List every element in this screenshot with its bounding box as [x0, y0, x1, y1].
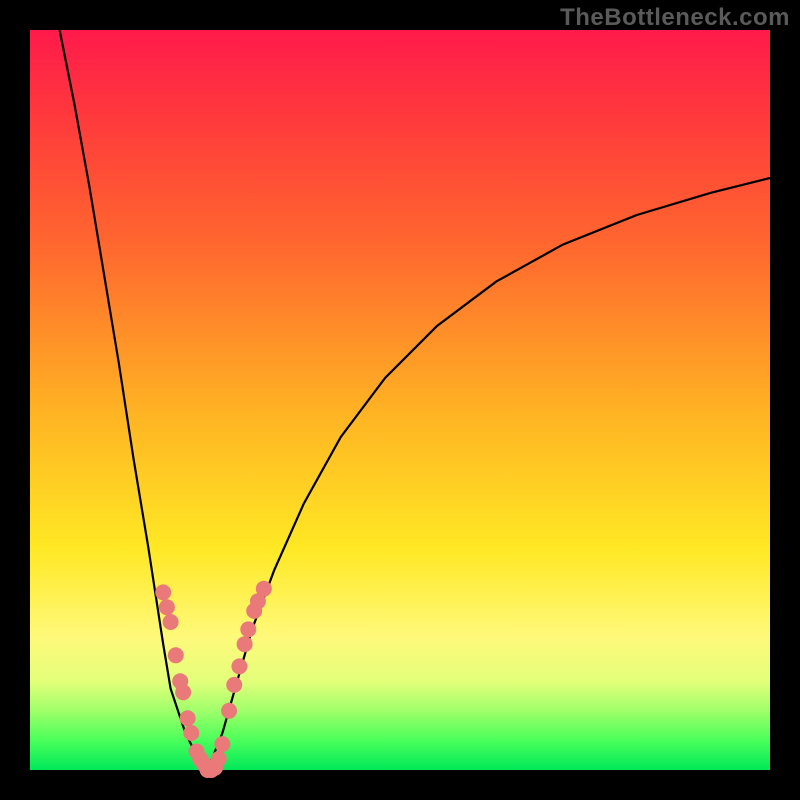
chart-frame: TheBottleneck.com: [0, 0, 800, 800]
highlight-point: [180, 710, 196, 726]
highlight-point: [256, 581, 272, 597]
highlight-point: [159, 599, 175, 615]
highlight-point: [214, 736, 230, 752]
highlight-point: [175, 684, 191, 700]
highlight-point: [240, 621, 256, 637]
highlight-point: [168, 647, 184, 663]
highlight-point: [155, 584, 171, 600]
highlight-point: [183, 725, 199, 741]
chart-svg: [30, 30, 770, 770]
highlight-point: [211, 751, 227, 767]
highlight-markers: [155, 581, 272, 778]
highlight-point: [226, 677, 242, 693]
highlight-point: [163, 614, 179, 630]
highlight-point: [237, 636, 253, 652]
left-curve: [60, 30, 208, 770]
right-curve: [208, 178, 770, 770]
highlight-point: [221, 703, 237, 719]
watermark-text: TheBottleneck.com: [560, 4, 790, 32]
highlight-point: [231, 658, 247, 674]
